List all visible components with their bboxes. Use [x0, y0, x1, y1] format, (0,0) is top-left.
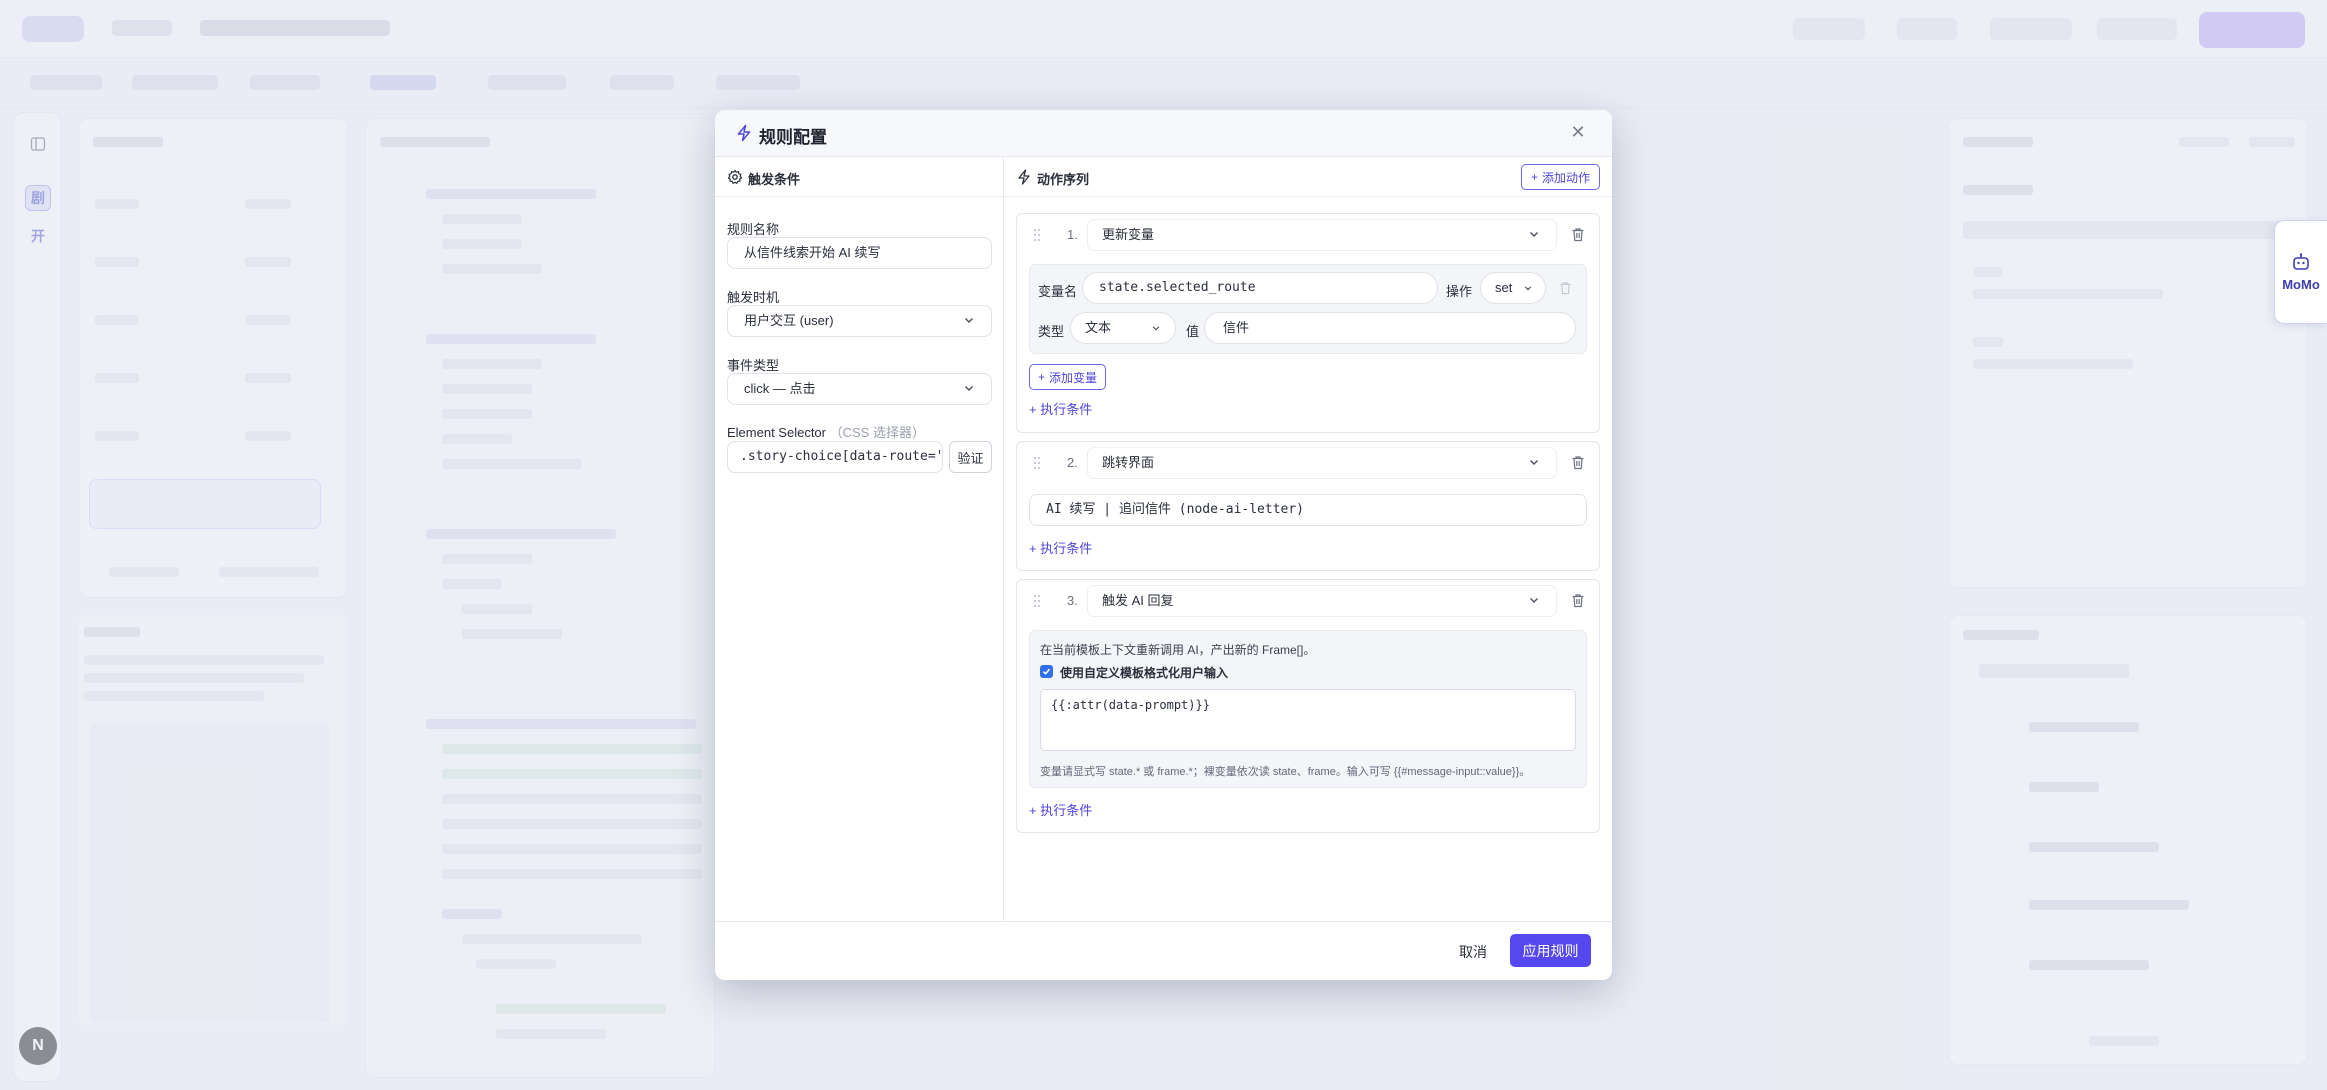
trash-icon[interactable]	[1571, 593, 1585, 608]
add-condition-link[interactable]: + 执行条件	[1029, 538, 1092, 557]
plus-icon: +	[1530, 170, 1538, 184]
momo-label: MoMo	[2282, 276, 2320, 292]
ai-reply-description: 在当前模板上下文重新调用 AI，产出新的 Frame[]。	[1040, 643, 1316, 657]
value-label: 值	[1186, 324, 1200, 339]
ai-reply-config-box: 在当前模板上下文重新调用 AI，产出新的 Frame[]。 使用自定义模板格式化…	[1029, 630, 1587, 788]
modal-header: 规则配置 ✕	[715, 110, 1612, 157]
action-card-header: 2. 跳转界面	[1017, 442, 1599, 484]
trash-icon[interactable]	[1571, 227, 1585, 242]
action-type-value: 更新变量	[1102, 227, 1155, 242]
add-variable-label: 添加变量	[1049, 370, 1098, 385]
modal-footer: 取消 应用规则	[715, 921, 1612, 980]
rule-config-modal: 规则配置 ✕ 触发条件 规则名称 从信件线索开始 AI 续写 触发时机 用户交互…	[715, 110, 1612, 980]
actions-section: 动作序列 + 添加动作 1. 更新变量 变量名 state.selected_r…	[1004, 157, 1612, 921]
type-label: 类型	[1038, 324, 1065, 339]
add-action-label: 添加动作	[1541, 170, 1590, 185]
plus-icon: +	[1038, 370, 1046, 384]
chevron-down-icon	[1524, 286, 1532, 291]
action-card-header: 3. 触发 AI 回复	[1017, 580, 1599, 622]
rule-name-input[interactable]: 从信件线索开始 AI 续写	[727, 237, 992, 269]
action-type-select[interactable]: 跳转界面	[1087, 447, 1557, 479]
op-label: 操作	[1446, 284, 1473, 299]
trash-icon[interactable]	[1559, 281, 1572, 295]
chevron-down-icon	[965, 318, 973, 323]
selector-label: Element Selector （CSS 选择器）	[727, 422, 925, 441]
drag-handle-icon[interactable]	[1033, 456, 1041, 470]
chevron-down-icon	[1152, 326, 1160, 331]
add-condition-link[interactable]: + 执行条件	[1029, 399, 1092, 418]
action-card-ai-reply: 3. 触发 AI 回复 在当前模板上下文重新调用 AI，产出新的 Frame[]…	[1016, 579, 1600, 833]
action-index: 3.	[1067, 593, 1078, 608]
action-card-update-variable: 1. 更新变量 变量名 state.selected_route 操作 set …	[1016, 213, 1600, 433]
action-type-value: 跳转界面	[1102, 455, 1155, 470]
chevron-down-icon	[1530, 232, 1538, 237]
chevron-down-icon	[1530, 460, 1538, 465]
selector-label-hint: （CSS 选择器）	[829, 425, 925, 440]
value-input[interactable]: 信件	[1204, 312, 1576, 344]
timing-select[interactable]: 用户交互 (user)	[727, 305, 992, 337]
value-type-select[interactable]: 文本	[1070, 312, 1176, 344]
chevron-down-icon	[1530, 598, 1538, 603]
action-type-select[interactable]: 触发 AI 回复	[1087, 585, 1557, 617]
action-type-select[interactable]: 更新变量	[1087, 219, 1557, 251]
target-screen-select[interactable]: AI 续写 | 追问信件 (node-ai-letter)	[1029, 494, 1587, 526]
template-hint: 变量请显式写 state.* 或 frame.*；裸变量依次读 state、fr…	[1040, 766, 1531, 778]
verify-button[interactable]: 验证	[949, 441, 992, 473]
event-type-value: click — 点击	[744, 381, 816, 396]
op-value: set	[1495, 280, 1513, 295]
action-card-header: 1. 更新变量	[1017, 214, 1599, 256]
trigger-section: 触发条件 规则名称 从信件线索开始 AI 续写 触发时机 用户交互 (user)…	[715, 157, 1004, 921]
lightning-icon	[1018, 169, 1030, 185]
timing-label: 触发时机	[727, 290, 780, 305]
close-icon[interactable]: ✕	[1568, 122, 1588, 142]
op-select[interactable]: set	[1480, 272, 1546, 304]
variable-row-box: 变量名 state.selected_route 操作 set 类型 文本 值 …	[1029, 264, 1587, 354]
event-type-label: 事件类型	[727, 358, 780, 373]
robot-icon	[2293, 252, 2309, 270]
gear-icon	[727, 169, 743, 184]
drag-handle-icon[interactable]	[1033, 228, 1041, 242]
timing-value: 用户交互 (user)	[744, 313, 834, 328]
actions-section-header: 动作序列 + 添加动作	[1004, 157, 1612, 197]
add-condition-link[interactable]: + 执行条件	[1029, 800, 1092, 819]
drag-handle-icon[interactable]	[1033, 594, 1041, 608]
trigger-section-title: 触发条件	[748, 172, 801, 187]
event-type-select[interactable]: click — 点击	[727, 373, 992, 405]
custom-template-label: 使用自定义模板格式化用户输入	[1060, 666, 1229, 680]
action-index: 1.	[1067, 227, 1078, 242]
lightning-icon	[737, 124, 751, 142]
custom-template-checkbox[interactable]	[1040, 665, 1053, 678]
add-variable-button[interactable]: + 添加变量	[1029, 364, 1107, 390]
chevron-down-icon	[965, 386, 973, 391]
action-type-value: 触发 AI 回复	[1102, 593, 1174, 608]
apply-rule-button[interactable]: 应用规则	[1510, 934, 1591, 967]
action-index: 2.	[1067, 455, 1078, 470]
check-icon	[1042, 668, 1051, 675]
action-card-navigate: 2. 跳转界面 AI 续写 | 追问信件 (node-ai-letter) + …	[1016, 441, 1600, 571]
actions-section-title: 动作序列	[1037, 172, 1090, 187]
cancel-button[interactable]: 取消	[1449, 936, 1497, 968]
modal-title: 规则配置	[759, 128, 827, 147]
rule-name-label: 规则名称	[727, 222, 780, 237]
add-action-button[interactable]: + 添加动作	[1520, 164, 1600, 190]
var-name-input[interactable]: state.selected_route	[1082, 272, 1438, 304]
template-textarea[interactable]: {{:attr(data-prompt)}}	[1040, 689, 1576, 751]
value-type-value: 文本	[1085, 320, 1112, 335]
selector-label-text: Element Selector	[727, 425, 826, 440]
momo-assistant-tab[interactable]: MoMo	[2274, 220, 2327, 324]
trigger-section-header: 触发条件	[715, 157, 1003, 197]
trash-icon[interactable]	[1571, 455, 1585, 470]
selector-input[interactable]: .story-choice[data-route='	[727, 441, 943, 473]
var-name-label: 变量名	[1038, 284, 1078, 299]
